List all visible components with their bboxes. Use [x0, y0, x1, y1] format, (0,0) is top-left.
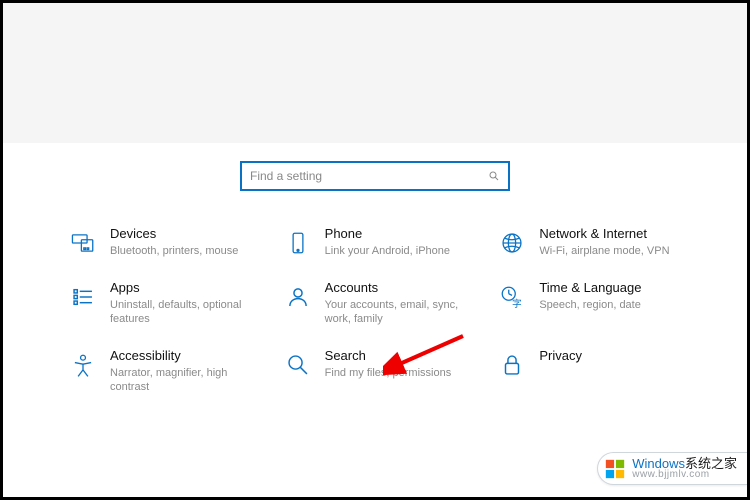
category-title: Devices	[110, 226, 238, 242]
person-icon	[283, 282, 313, 312]
search-input[interactable]	[250, 169, 500, 183]
category-accounts[interactable]: Accounts Your accounts, email, sync, wor…	[283, 280, 488, 326]
category-desc: Your accounts, email, sync, work, family	[325, 298, 480, 327]
category-title: Accounts	[325, 280, 480, 296]
category-desc: Find my files, permissions	[325, 366, 452, 380]
category-desc: Uninstall, defaults, optional features	[110, 298, 265, 327]
phone-icon	[283, 228, 313, 258]
devices-icon	[68, 228, 98, 258]
category-title: Phone	[325, 226, 450, 242]
category-title: Network & Internet	[539, 226, 669, 242]
watermark-badge: Windows系统之家 www.bjjmlv.com	[597, 452, 747, 485]
category-title: Apps	[110, 280, 265, 296]
category-title: Privacy	[539, 348, 582, 364]
magnifier-icon	[283, 350, 313, 380]
globe-icon	[497, 228, 527, 258]
category-desc: Link your Android, iPhone	[325, 244, 450, 258]
time-language-icon: 字	[497, 282, 527, 312]
accessibility-icon	[68, 350, 98, 380]
category-title: Search	[325, 348, 452, 364]
category-desc: Wi-Fi, airplane mode, VPN	[539, 244, 669, 258]
windows-logo-icon	[604, 458, 626, 480]
category-title: Time & Language	[539, 280, 641, 296]
category-accessibility[interactable]: Accessibility Narrator, magnifier, high …	[68, 348, 273, 394]
search-icon	[488, 170, 500, 182]
lock-icon	[497, 350, 527, 380]
category-desc: Narrator, magnifier, high contrast	[110, 366, 265, 395]
category-apps[interactable]: Apps Uninstall, defaults, optional featu…	[68, 280, 273, 326]
header-band	[3, 3, 747, 143]
settings-grid: Devices Bluetooth, printers, mouse Phone…	[3, 191, 747, 404]
category-time-language[interactable]: 字 Time & Language Speech, region, date	[497, 280, 702, 326]
category-network[interactable]: Network & Internet Wi-Fi, airplane mode,…	[497, 226, 702, 258]
category-devices[interactable]: Devices Bluetooth, printers, mouse	[68, 226, 273, 258]
category-phone[interactable]: Phone Link your Android, iPhone	[283, 226, 488, 258]
watermark-url: www.bjjmlv.com	[632, 470, 737, 480]
category-desc: Speech, region, date	[539, 298, 641, 312]
search-box[interactable]	[240, 161, 510, 191]
svg-text:字: 字	[512, 297, 522, 310]
category-privacy[interactable]: Privacy	[497, 348, 702, 394]
category-desc: Bluetooth, printers, mouse	[110, 244, 238, 258]
apps-icon	[68, 282, 98, 312]
category-search[interactable]: Search Find my files, permissions	[283, 348, 488, 394]
category-title: Accessibility	[110, 348, 265, 364]
search-row	[3, 161, 747, 191]
